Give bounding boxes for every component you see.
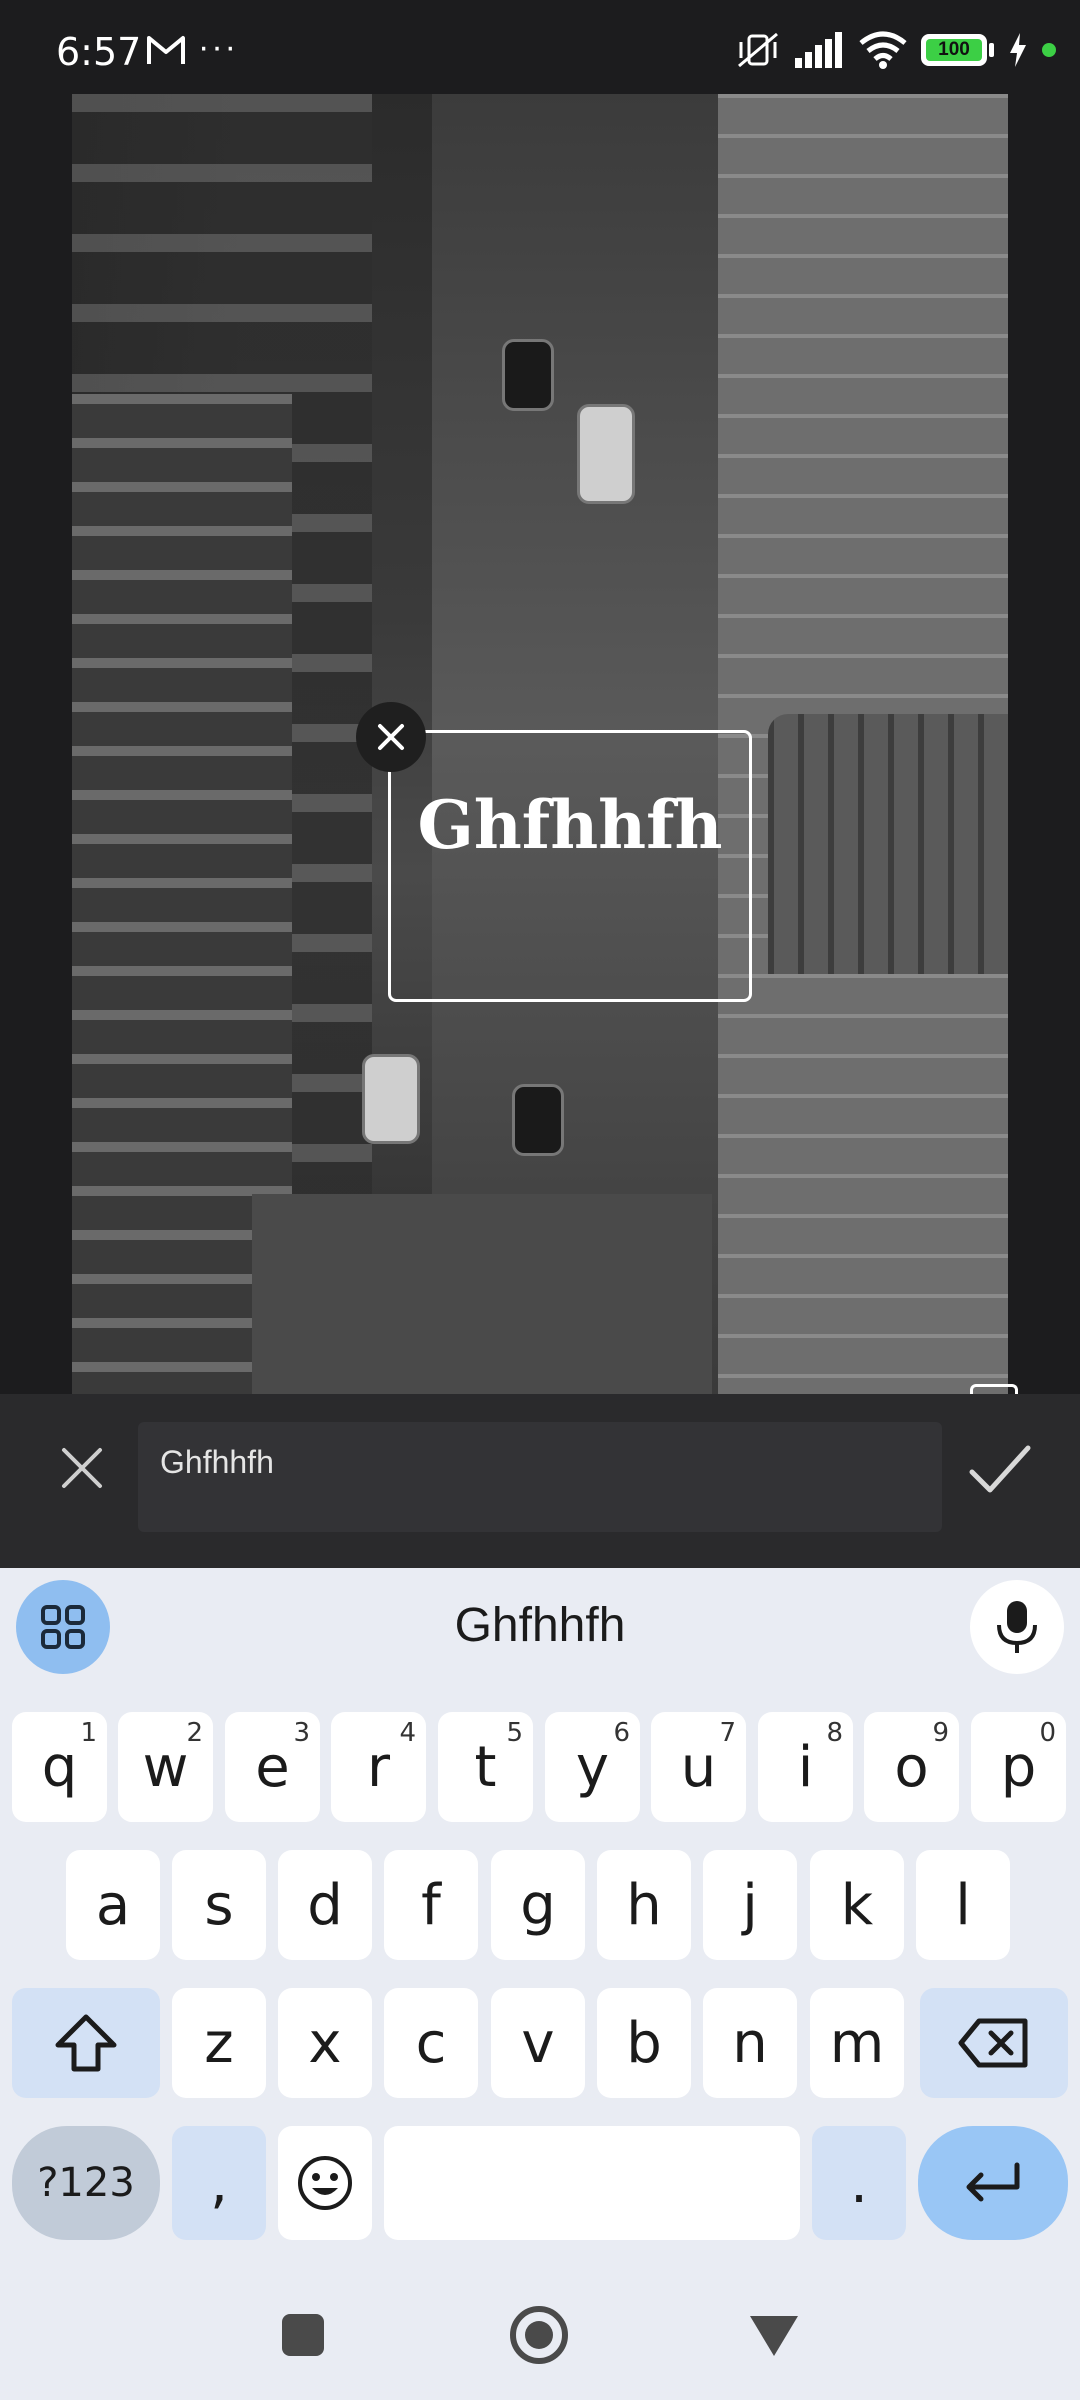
back-button[interactable]	[750, 2316, 798, 2356]
key-k[interactable]: k	[810, 1850, 904, 1960]
voice-input-button[interactable]	[970, 1580, 1064, 1674]
key-l[interactable]: l	[916, 1850, 1010, 1960]
battery-icon: 100	[921, 34, 987, 66]
key-s[interactable]: s	[172, 1850, 266, 1960]
home-icon	[525, 2321, 553, 2349]
key-d[interactable]: d	[278, 1850, 372, 1960]
status-right-icons: 100	[735, 30, 1056, 70]
key-label: o	[894, 1734, 929, 1800]
text-edit-bar: Ghfhhfh	[0, 1394, 1080, 1568]
cancel-edit-button[interactable]	[52, 1438, 112, 1498]
key-r[interactable]: r4	[331, 1712, 426, 1822]
close-icon	[62, 1448, 102, 1488]
signal-icon	[795, 32, 842, 68]
key-u[interactable]: u7	[651, 1712, 746, 1822]
key-z[interactable]: z	[172, 1988, 266, 2098]
status-time: 6:57	[56, 30, 142, 74]
key-label: i	[797, 1734, 814, 1800]
key-label: e	[255, 1734, 290, 1800]
key-x[interactable]: x	[278, 1988, 372, 2098]
key-label: q	[41, 1734, 78, 1800]
key-c[interactable]: c	[384, 1988, 478, 2098]
key-e[interactable]: e3	[225, 1712, 320, 1822]
key-hint: 4	[399, 1718, 416, 1748]
key-w[interactable]: w2	[118, 1712, 213, 1822]
battery-level: 100	[926, 39, 982, 61]
photo-truck	[362, 1054, 420, 1144]
key-m[interactable]: m	[810, 1988, 904, 2098]
photo-van	[577, 404, 635, 504]
key-j[interactable]: j	[703, 1850, 797, 1960]
key-hint: 5	[506, 1718, 523, 1748]
key-v[interactable]: v	[491, 1988, 585, 2098]
photo-building-right-rounded	[768, 714, 1008, 974]
status-bar: 6:57 ··· 100	[0, 0, 1080, 96]
key-label: y	[575, 1734, 610, 1800]
key-h[interactable]: h	[597, 1850, 691, 1960]
key-hint: 3	[293, 1718, 310, 1748]
key-label: r	[366, 1734, 391, 1800]
key-o[interactable]: o9	[864, 1712, 959, 1822]
text-box-frame[interactable]	[388, 730, 752, 1002]
key-hint: 8	[826, 1718, 843, 1748]
close-icon	[378, 724, 404, 750]
backspace-icon	[958, 2018, 1028, 2068]
key-y[interactable]: y6	[545, 1712, 640, 1822]
key-a[interactable]: a	[66, 1850, 160, 1960]
keyboard: Ghfhhfh q1 w2 e3 r4 t5 y6 u7 i8 o9 p0 a …	[0, 1568, 1080, 2400]
home-button[interactable]	[510, 2306, 568, 2364]
emoji-key[interactable]	[278, 2126, 372, 2240]
check-icon	[969, 1445, 1031, 1493]
key-label: p	[1000, 1734, 1037, 1800]
period-key[interactable]: .	[812, 2126, 906, 2240]
gmail-icon	[147, 36, 185, 64]
symbols-key[interactable]: ?123	[12, 2126, 160, 2240]
key-label: w	[142, 1734, 189, 1800]
suggestion-word[interactable]: Ghfhhfh	[0, 1598, 1080, 1653]
comma-key[interactable]: ,	[172, 2126, 266, 2240]
photo-car	[502, 339, 554, 411]
navigation-bar	[0, 2280, 1080, 2400]
space-key[interactable]	[384, 2126, 800, 2240]
screen: 6:57 ··· 100 Ghfhhfh Ghfhhfh Ghfhhfh q 1…	[0, 0, 1080, 2400]
key-i[interactable]: i8	[758, 1712, 853, 1822]
delete-text-button[interactable]	[356, 702, 426, 772]
overlay-text[interactable]: Ghfhhfh	[388, 786, 752, 864]
keyboard-suggestion-strip: Ghfhhfh	[0, 1568, 1080, 1688]
key-b[interactable]: b	[597, 1988, 691, 2098]
photo-rooftop	[252, 1194, 712, 1394]
emoji-icon	[298, 2156, 352, 2210]
key-hint: 2	[186, 1718, 203, 1748]
battery-tip	[989, 43, 994, 57]
text-input-field[interactable]: Ghfhhfh	[138, 1422, 942, 1532]
key-label: u	[680, 1734, 717, 1800]
enter-key[interactable]	[918, 2126, 1068, 2240]
shift-icon	[55, 2014, 117, 2072]
charging-icon	[1010, 33, 1026, 67]
recents-button[interactable]	[282, 2314, 324, 2356]
key-hint: 0	[1039, 1718, 1056, 1748]
more-dots-icon: ···	[198, 28, 238, 66]
key-hint: 1	[80, 1718, 97, 1748]
confirm-edit-button[interactable]	[964, 1434, 1034, 1504]
photo-car	[512, 1084, 564, 1156]
backspace-key[interactable]	[920, 1988, 1068, 2098]
key-p[interactable]: p0	[971, 1712, 1066, 1822]
enter-icon	[966, 2162, 1020, 2202]
key-label: t	[474, 1734, 497, 1800]
key-hint: 7	[719, 1718, 736, 1748]
key-hint: 9	[932, 1718, 949, 1748]
key-t[interactable]: t5	[438, 1712, 533, 1822]
key-f[interactable]: f	[384, 1850, 478, 1960]
privacy-indicator-dot	[1042, 43, 1056, 57]
wifi-icon	[859, 31, 907, 69]
mute-vibrate-icon	[738, 32, 778, 68]
key-g[interactable]: g	[491, 1850, 585, 1960]
shift-key[interactable]	[12, 1988, 160, 2098]
key-q[interactable]: q1	[12, 1712, 107, 1822]
microphone-icon	[997, 1601, 1037, 1653]
key-hint: 6	[613, 1718, 630, 1748]
key-n[interactable]: n	[703, 1988, 797, 2098]
